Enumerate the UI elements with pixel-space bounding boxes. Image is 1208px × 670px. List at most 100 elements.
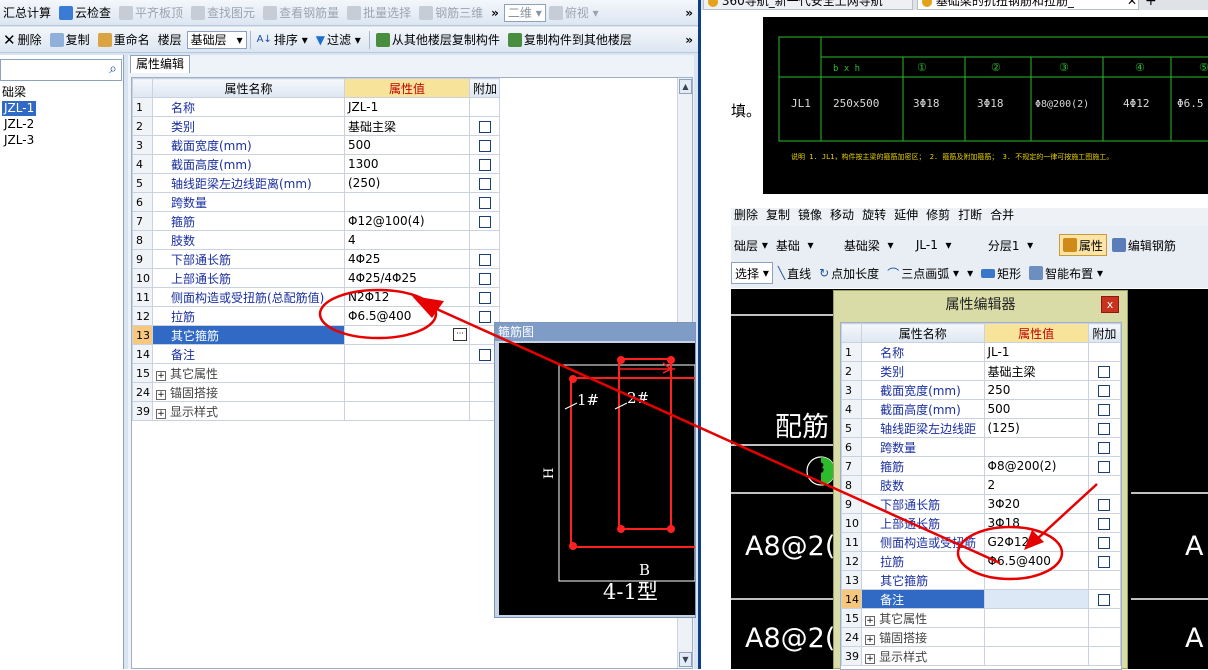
property-row[interactable]: 3 截面宽度(mm) 500	[132, 135, 678, 155]
gtj-edit-rebar-button[interactable]: 编辑钢筋	[1109, 234, 1179, 256]
extra-checkbox[interactable]	[478, 139, 491, 152]
view-rebar-qty-button[interactable]: 查看钢筋量	[260, 2, 342, 24]
extra-checkbox[interactable]	[478, 291, 491, 304]
property-value[interactable]: ···	[344, 325, 470, 345]
gtj-rotate-button[interactable]: 旋转	[859, 208, 889, 225]
gtj-delete-button[interactable]: 删除	[731, 208, 761, 225]
extra-checkbox[interactable]	[478, 310, 491, 323]
property-row[interactable]: 4 截面高度(mm) 500	[841, 399, 1121, 419]
copy-to-other-floor-button[interactable]: 复制构件到其他楼层	[505, 29, 635, 51]
cloud-check-button[interactable]: 云检查	[56, 2, 114, 24]
property-row[interactable]: 13 其它箍筋	[841, 570, 1121, 590]
property-value[interactable]: 1300	[344, 154, 470, 174]
gtj-extend-button[interactable]: 延伸	[891, 208, 921, 225]
rebar-3d-button[interactable]: 钢筋三维	[416, 2, 486, 24]
property-value[interactable]	[983, 437, 1089, 457]
property-value[interactable]: (250)	[344, 173, 470, 193]
tree-item-jzl-1[interactable]: JZL-1	[2, 101, 37, 116]
property-value[interactable]	[344, 192, 470, 212]
view-2d-select[interactable]: 二维 ▾	[503, 3, 546, 22]
property-value[interactable]: Φ12@100(4)	[344, 211, 470, 231]
property-value[interactable]: 3Φ20	[983, 494, 1089, 514]
property-row[interactable]: 39 + 显示样式	[841, 646, 1121, 666]
property-row[interactable]: 11 侧面构造或受扭筋 G2Φ12	[841, 532, 1121, 552]
property-row[interactable]: 10 上部通长筋 3Φ18	[841, 513, 1121, 533]
sort-button[interactable]: A↓ 排序 ▾	[254, 29, 311, 51]
gtj-smart-layout-button[interactable]: 智能布置 ▾	[1026, 262, 1106, 284]
property-value[interactable]: Φ6.5@400	[344, 306, 470, 326]
property-value[interactable]: Φ6.5@400	[983, 551, 1089, 571]
tree-search-input[interactable]	[3, 61, 95, 79]
property-row[interactable]: 1 名称 JL-1	[841, 342, 1121, 362]
toolbar1-more-right[interactable]: »	[682, 2, 696, 24]
property-value[interactable]	[344, 401, 470, 421]
extra-checkbox[interactable]	[1098, 555, 1111, 568]
property-row[interactable]: 9 下部通长筋 3Φ20	[841, 494, 1121, 514]
extra-checkbox[interactable]	[1098, 460, 1111, 473]
property-value[interactable]: 2	[983, 475, 1089, 495]
delete-button[interactable]: ✕ 删除	[0, 29, 45, 51]
property-value[interactable]: G2Φ12	[983, 532, 1089, 552]
property-row[interactable]: 7 箍筋 Φ12@100(4)	[132, 211, 678, 231]
gtj-select-button[interactable]: 选择 ▾	[731, 262, 773, 284]
property-row[interactable]: 2 类别 基础主梁	[132, 116, 678, 136]
property-row[interactable]: 4 截面高度(mm) 1300	[132, 154, 678, 174]
extra-checkbox[interactable]	[1098, 593, 1111, 606]
property-row[interactable]: 15 + 其它属性	[841, 608, 1121, 628]
find-element-button[interactable]: 查找图元	[188, 2, 258, 24]
tab-property-edit[interactable]: 属性编辑	[130, 55, 191, 73]
tree-root[interactable]: 础梁	[0, 85, 28, 100]
gtj-type-select[interactable]: 基础梁 ▾	[841, 234, 911, 256]
extra-checkbox[interactable]	[478, 177, 491, 190]
copy-button[interactable]: 复制	[47, 29, 93, 51]
extra-checkbox[interactable]	[1098, 517, 1111, 530]
property-row[interactable]: 8 肢数 4	[132, 230, 678, 250]
property-value[interactable]	[344, 363, 470, 383]
property-value[interactable]: Φ8@200(2)	[983, 456, 1089, 476]
property-value[interactable]: (125)	[983, 418, 1089, 438]
scroll-up-button[interactable]: ▲	[679, 79, 692, 94]
property-value[interactable]: N2Φ12	[344, 287, 470, 307]
property-row[interactable]: 6 跨数量	[132, 192, 678, 212]
property-row[interactable]: 5 轴线距梁左边线距 (125)	[841, 418, 1121, 438]
ellipsis-button[interactable]: ···	[453, 328, 467, 341]
property-row[interactable]: 9 下部通长筋 4Φ25	[132, 249, 678, 269]
property-row[interactable]: 14 备注	[841, 589, 1121, 609]
property-value[interactable]	[983, 570, 1089, 590]
extra-checkbox[interactable]	[1098, 441, 1111, 454]
tree-search-box[interactable]: ⌕	[0, 59, 122, 81]
property-row[interactable]: 11 侧面构造或受扭筋(总配筋值) N2Φ12	[132, 287, 678, 307]
property-row[interactable]: 8 肢数 2	[841, 475, 1121, 495]
property-value[interactable]	[344, 344, 470, 364]
gtj-copy-button[interactable]: 复制	[763, 208, 793, 225]
gtj-point-length-button[interactable]: ↻ 点加长度	[816, 262, 882, 284]
extra-checkbox[interactable]	[1098, 365, 1111, 378]
gtj-category-select[interactable]: 基础 ▾	[773, 234, 839, 256]
summary-calc-button[interactable]: 汇总计算	[0, 2, 54, 24]
extra-checkbox[interactable]	[1098, 536, 1111, 549]
property-value[interactable]: 基础主梁	[344, 116, 470, 136]
property-value[interactable]: 3Φ18	[983, 513, 1089, 533]
tab-close-icon[interactable]: ✕	[1127, 0, 1137, 8]
expand-icon[interactable]: +	[865, 615, 876, 626]
tree-item-jzl-3[interactable]: JZL-3	[2, 133, 36, 148]
gtj-merge-button[interactable]: 合并	[987, 208, 1017, 225]
property-value[interactable]	[344, 382, 470, 402]
toolbar2-more[interactable]: »	[682, 29, 696, 51]
property-editor-titlebar[interactable]: 属性编辑器 x	[834, 291, 1127, 319]
property-row[interactable]: 12 拉筋 Φ6.5@400	[841, 551, 1121, 571]
expand-icon[interactable]: +	[865, 634, 876, 645]
align-slab-top-button[interactable]: 平齐板顶	[116, 2, 186, 24]
batch-select-button[interactable]: 批量选择	[344, 2, 414, 24]
gtj-trim-button[interactable]: 修剪	[923, 208, 953, 225]
gtj-arc-button[interactable]: ⌒ 三点画弧 ▾	[884, 262, 962, 284]
gtj-layer-select[interactable]: 分层1 ▾	[985, 234, 1057, 256]
gtj-floor-select[interactable]: 础层 ▾	[731, 234, 771, 256]
property-value[interactable]: JZL-1	[344, 97, 470, 117]
new-tab-icon[interactable]: +	[1145, 0, 1157, 9]
browser-tab-2[interactable]: 基础梁的抗扭钢筋和拉筋_	[917, 0, 1139, 10]
extra-checkbox[interactable]	[1098, 384, 1111, 397]
property-value[interactable]	[983, 646, 1089, 666]
filter-button[interactable]: ▼ 过滤 ▾	[313, 29, 364, 51]
extra-checkbox[interactable]	[478, 253, 491, 266]
